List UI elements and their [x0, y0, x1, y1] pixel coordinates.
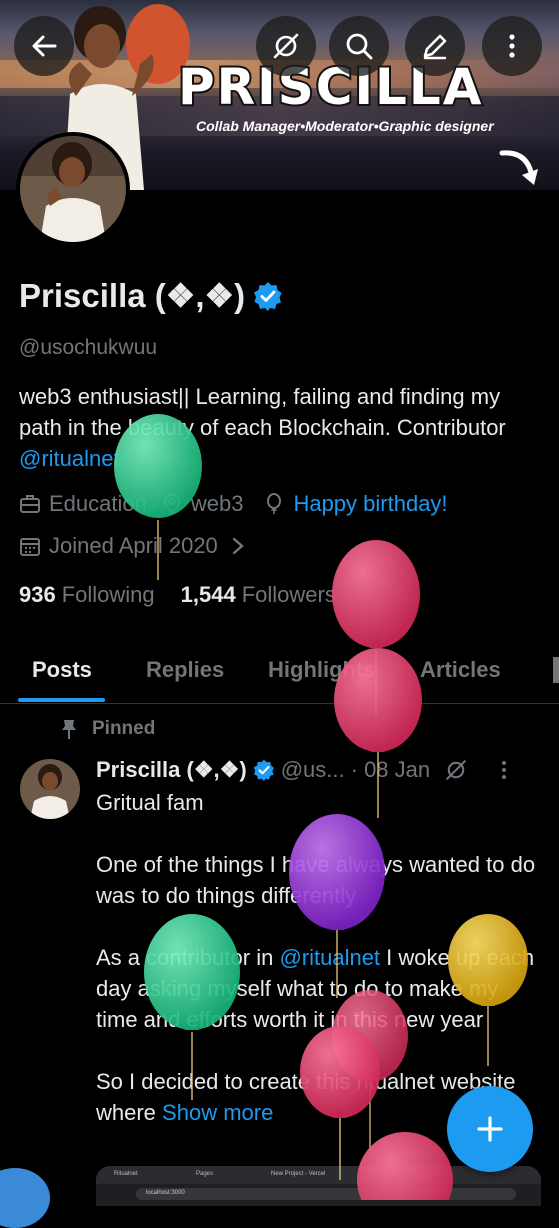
profile-location: web3	[190, 491, 244, 516]
tweet-text[interactable]: Gritual fam One of the things I have alw…	[96, 787, 541, 1128]
profile-avatar[interactable]	[16, 132, 130, 246]
back-button[interactable]	[14, 16, 74, 76]
bio-mention-link[interactable]: @ritualnet	[19, 446, 120, 471]
following-count: 936	[19, 582, 56, 607]
tab-overflow[interactable]	[553, 657, 559, 683]
search-icon	[346, 33, 373, 60]
edit-icon	[423, 34, 447, 60]
joined-date: Joined April 2020	[49, 533, 218, 558]
pin-icon	[62, 720, 76, 739]
tweet-more-icon[interactable]	[500, 759, 508, 781]
followers-label: Followers	[241, 582, 336, 607]
tab-articles[interactable]: Articles	[420, 657, 501, 683]
banner-arrow-icon	[499, 150, 538, 185]
tweet-media-preview[interactable]: Ritualnet Pages New Project - Vercel loc…	[96, 1166, 541, 1206]
verified-icon	[254, 281, 282, 311]
tweet-avatar[interactable]	[20, 759, 80, 819]
preview-tab: Pages	[196, 1171, 214, 1177]
grok-button[interactable]	[256, 16, 316, 76]
tab-replies[interactable]: Replies	[146, 657, 224, 683]
more-icon	[509, 34, 515, 58]
tab-posts[interactable]: Posts	[32, 657, 92, 683]
tweet-author-handle[interactable]: @us...	[281, 757, 345, 783]
profile-handle: @usochukwuu	[19, 336, 158, 359]
search-button[interactable]	[329, 16, 389, 76]
tweet-paragraph: As a contributor in @ritualnet I woke up…	[96, 945, 535, 1032]
tweet-author-name[interactable]: Priscilla (❖,❖)	[96, 757, 247, 783]
tweet-paragraph: Gritual fam	[96, 790, 204, 815]
tab-active-indicator	[18, 698, 105, 702]
profile-name: Priscilla (❖,❖)	[19, 277, 246, 314]
followers-link[interactable]: 1,544 Followers	[181, 582, 336, 608]
tab-highlights[interactable]: Highlights	[268, 657, 376, 683]
briefcase-icon	[20, 495, 40, 513]
following-link[interactable]: 936 Following	[19, 582, 155, 608]
banner-subtitle: Collab Manager•Moderator•Graphic designe…	[196, 118, 494, 134]
followers-count: 1,544	[180, 582, 236, 607]
location-icon	[163, 493, 180, 515]
profile-category: Education	[49, 491, 147, 516]
preview-tab: Ritualnet	[114, 1171, 138, 1177]
calendar-icon	[20, 538, 40, 556]
preview-url: localhost:3000	[146, 1190, 185, 1196]
compose-button[interactable]	[447, 1086, 533, 1172]
tweet-paragraph: One of the things I have always wanted t…	[96, 852, 536, 908]
edit-button[interactable]	[405, 16, 465, 76]
profile-bio: web3 enthusiast|| Learning, failing and …	[19, 381, 539, 474]
balloon-icon	[267, 493, 282, 514]
show-more-link[interactable]: Show more	[162, 1100, 273, 1125]
verified-icon	[253, 759, 274, 781]
profile-tabs: Posts Replies Highlights Articles	[0, 645, 559, 704]
grok-icon[interactable]	[444, 758, 468, 782]
preview-tab: New Project - Vercel	[271, 1171, 326, 1177]
plus-icon	[477, 1116, 503, 1142]
tweet-mention-link[interactable]: @ritualnet	[279, 945, 380, 970]
pinned-label: Pinned	[92, 718, 156, 739]
bio-text: web3 enthusiast|| Learning, failing and …	[19, 384, 506, 440]
grok-icon	[273, 33, 299, 59]
tweet-date[interactable]: · 08 Jan	[351, 757, 431, 783]
chevron-right-icon[interactable]	[230, 536, 246, 556]
following-label: Following	[61, 582, 155, 607]
birthday-link[interactable]: Happy birthday!	[293, 491, 447, 517]
back-arrow-icon	[32, 35, 57, 57]
more-button[interactable]	[482, 16, 542, 76]
corner-decoration	[0, 1168, 50, 1228]
